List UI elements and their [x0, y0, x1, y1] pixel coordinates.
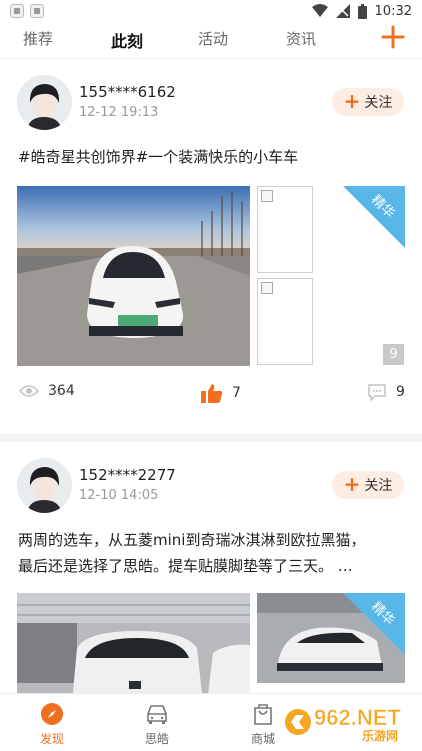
- comment-icon: [368, 384, 386, 401]
- tab-news[interactable]: 资讯: [286, 28, 316, 49]
- bottom-tab-discover[interactable]: 发现: [22, 702, 82, 747]
- post-image-placeholder[interactable]: [257, 278, 313, 365]
- avatar[interactable]: [17, 458, 72, 513]
- watermark-text: 962.NET: [314, 705, 401, 730]
- status-notifications: [10, 4, 44, 18]
- follow-label: 关注: [364, 478, 393, 494]
- broken-image-icon: [261, 282, 273, 294]
- image-count-badge: 9: [383, 344, 404, 365]
- compass-icon: [41, 703, 63, 725]
- watermark-subtext: 乐游网: [362, 728, 398, 743]
- bottom-tab-label: 思皓: [144, 732, 169, 746]
- post-image[interactable]: [17, 186, 250, 366]
- post-image[interactable]: [17, 593, 250, 703]
- plus-icon: +: [343, 89, 361, 113]
- wifi-icon: [311, 4, 328, 18]
- car-icon: [147, 705, 167, 724]
- watermark-logo: 962.NET 乐游网: [284, 701, 414, 743]
- post-time: 12-10 14:05: [79, 488, 159, 503]
- plus-icon: [381, 25, 405, 49]
- username[interactable]: 155****6162: [79, 83, 176, 101]
- tab-recommend[interactable]: 推荐: [23, 28, 53, 49]
- post-divider: [0, 434, 422, 442]
- status-bar: 10:32: [0, 0, 422, 22]
- shopping-bag-icon: [254, 704, 272, 725]
- app-notification-icon: [30, 4, 44, 18]
- add-post-button[interactable]: [380, 24, 406, 50]
- tab-now[interactable]: 此刻: [108, 28, 146, 52]
- post-text[interactable]: 两周的选车，从五菱mini到奇瑞冰淇淋到欧拉黑猫， 最后还是选择了思皓。提车贴膜…: [18, 527, 404, 579]
- follow-button[interactable]: + 关注: [332, 471, 404, 499]
- divider: [0, 58, 422, 59]
- tab-activity[interactable]: 活动: [198, 28, 228, 49]
- featured-badge: 精华: [343, 593, 405, 655]
- comments-count: 9: [396, 384, 405, 400]
- views-count: 364: [48, 383, 75, 399]
- thumbs-up-icon: [201, 384, 223, 403]
- post-text[interactable]: #皓奇星共创饰界#一个装满快乐的小车车: [18, 144, 404, 170]
- bottom-tab-sihao[interactable]: 思皓: [127, 702, 187, 747]
- battery-icon: [357, 3, 367, 19]
- status-time: 10:32: [374, 3, 412, 19]
- avatar[interactable]: [17, 75, 72, 130]
- views-stat: 364: [19, 383, 75, 399]
- signal-icon: [335, 4, 350, 18]
- plus-icon: +: [343, 472, 361, 496]
- like-button[interactable]: 7: [201, 383, 241, 403]
- broken-image-icon: [261, 190, 273, 202]
- post-text-line: 最后还是选择了思皓。提车贴膜脚垫等了三天。 …: [18, 557, 353, 575]
- app-notification-icon: [10, 4, 24, 18]
- top-tab-bar: 推荐 此刻 活动 资讯: [0, 22, 422, 58]
- post-stats: 364 7 9: [0, 383, 422, 407]
- featured-badge: 精华: [343, 186, 405, 248]
- follow-label: 关注: [364, 95, 393, 111]
- bottom-tab-label: 商城: [250, 732, 275, 746]
- username[interactable]: 152****2277: [79, 466, 176, 484]
- post-image-placeholder[interactable]: [257, 186, 313, 273]
- follow-button[interactable]: + 关注: [332, 88, 404, 116]
- eye-icon: [19, 385, 39, 397]
- post-text-line: 两周的选车，从五菱mini到奇瑞冰淇淋到欧拉黑猫，: [18, 531, 366, 549]
- comment-button[interactable]: 9: [367, 383, 405, 401]
- bottom-tab-label: 发现: [39, 732, 64, 746]
- likes-count: 7: [232, 385, 241, 401]
- post-time: 12-12 19:13: [79, 105, 159, 120]
